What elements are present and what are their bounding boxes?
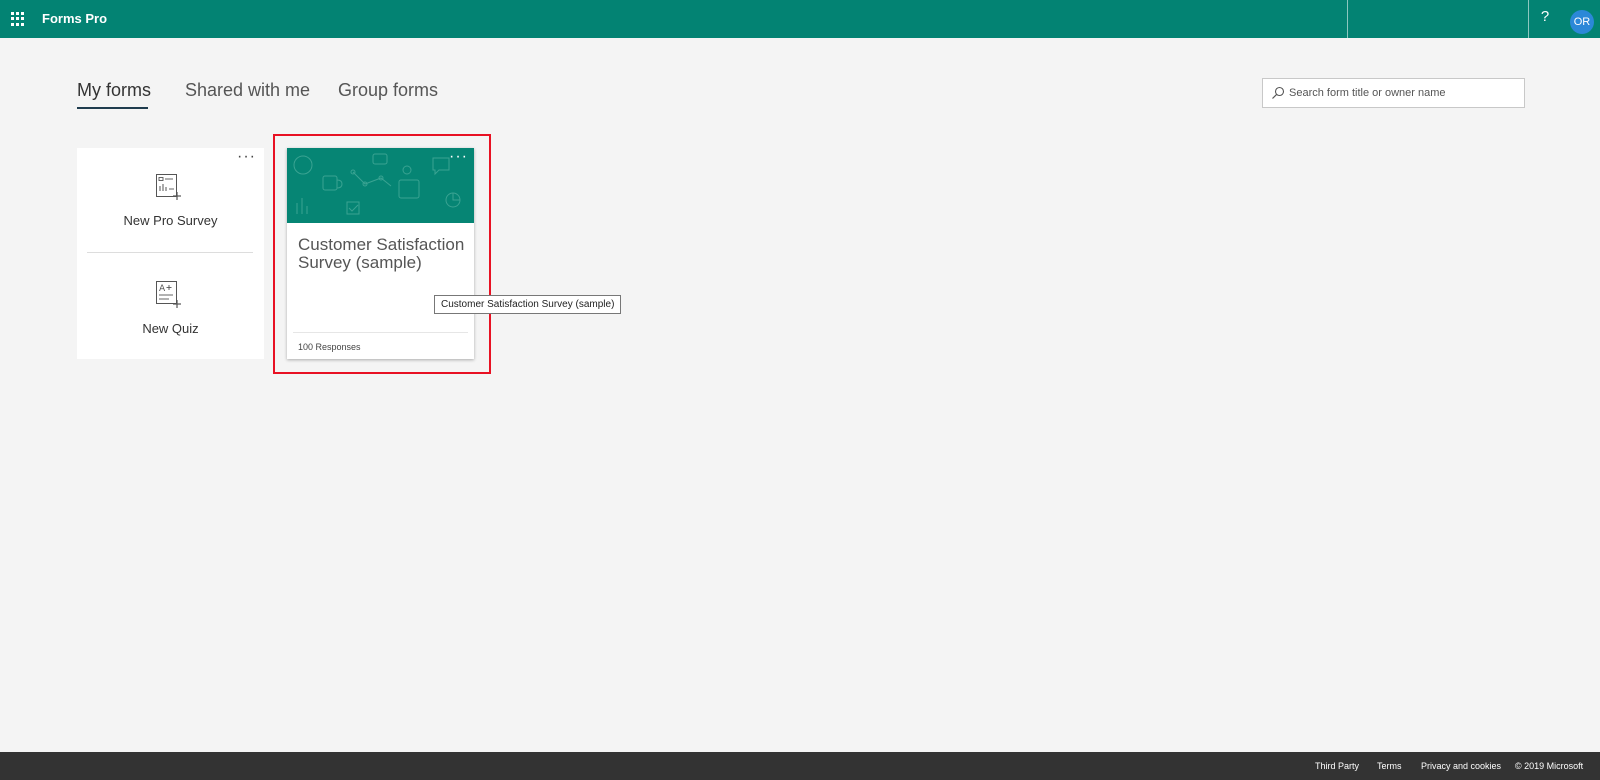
app-title[interactable]: Forms Pro xyxy=(42,11,107,26)
search-box xyxy=(1262,78,1525,108)
footer-link-terms[interactable]: Terms xyxy=(1377,761,1402,771)
more-options-icon[interactable]: ··· xyxy=(449,148,468,166)
form-title-tooltip: Customer Satisfaction Survey (sample) xyxy=(434,295,622,314)
divider xyxy=(87,252,253,253)
help-icon[interactable]: ? xyxy=(1535,8,1555,30)
new-pro-survey-button[interactable]: New Pro Survey xyxy=(77,148,264,248)
topbar-divider xyxy=(1528,0,1529,38)
responses-count: 100 Responses xyxy=(298,342,361,352)
topbar-divider xyxy=(1347,0,1348,38)
footer-link-privacy[interactable]: Privacy and cookies xyxy=(1421,761,1501,771)
footer: Third Party Terms Privacy and cookies © … xyxy=(0,752,1600,780)
form-card-banner: ··· xyxy=(287,148,474,223)
form-card-customer-satisfaction[interactable]: ··· Customer Satisfaction Survey (sample… xyxy=(287,148,474,359)
divider xyxy=(293,332,468,333)
active-tab-underline xyxy=(77,107,148,109)
svg-text:A: A xyxy=(159,284,166,294)
avatar[interactable]: OR xyxy=(1570,10,1594,34)
new-quiz-label: New Quiz xyxy=(142,321,199,336)
top-bar: Forms Pro ? OR xyxy=(0,0,1600,38)
tab-shared-with-me[interactable]: Shared with me xyxy=(185,80,310,101)
new-quiz-icon: A xyxy=(156,281,181,308)
search-icon xyxy=(1272,86,1285,99)
app-launcher-icon[interactable] xyxy=(11,12,25,26)
search-input[interactable] xyxy=(1289,83,1519,103)
new-pro-survey-label: New Pro Survey xyxy=(123,213,218,228)
form-title: Customer Satisfaction Survey (sample) xyxy=(298,235,465,272)
tab-group-forms[interactable]: Group forms xyxy=(338,80,438,101)
new-survey-icon xyxy=(156,174,181,200)
footer-link-third-party[interactable]: Third Party xyxy=(1315,761,1359,771)
new-form-card: ··· New Pro Survey A New Quiz xyxy=(77,148,264,359)
new-quiz-button[interactable]: A New Quiz xyxy=(77,258,264,358)
tab-my-forms[interactable]: My forms xyxy=(77,80,151,101)
footer-copyright: © 2019 Microsoft xyxy=(1515,761,1584,771)
banner-pattern-icon xyxy=(293,153,461,215)
